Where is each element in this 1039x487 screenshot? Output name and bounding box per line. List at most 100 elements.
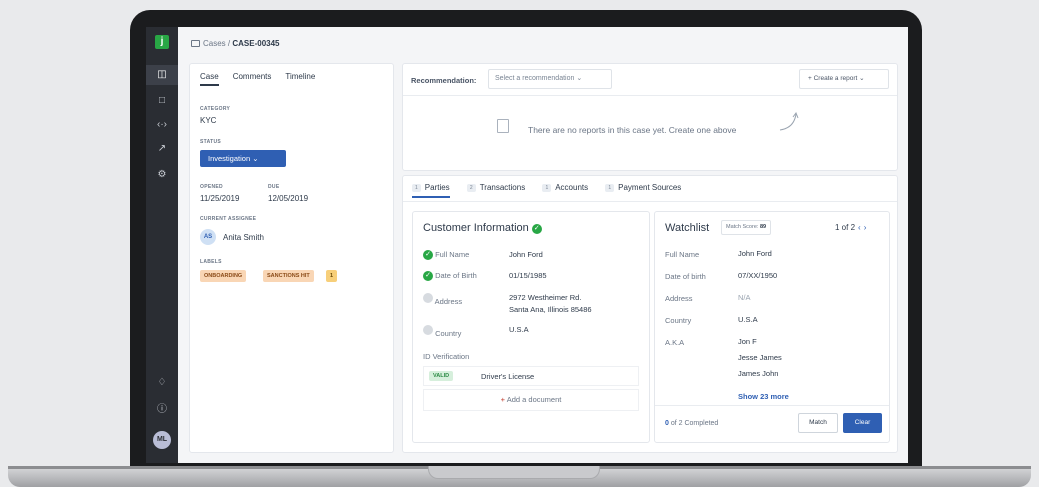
status-dropdown[interactable]: Investigation ⌄	[200, 150, 286, 167]
chevron-down-icon: ⌄	[252, 154, 259, 163]
document-icon	[497, 119, 509, 133]
assignee-label: CURRENT ASSIGNEE	[200, 216, 257, 222]
recommendation-select[interactable]: Select a recommendation ⌄	[488, 69, 612, 89]
status-label: STATUS	[200, 139, 222, 145]
status-value: Investigation	[208, 154, 251, 163]
chevron-down-icon: ⌄	[576, 75, 583, 82]
tab-timeline[interactable]: Timeline	[285, 72, 315, 81]
show-more-link[interactable]: Show 23 more	[738, 392, 789, 401]
wl-dob-label: Date of birth	[665, 272, 706, 281]
entity-tabs: 1 Parties 2 Transactions 1 Accounts 1 Paymen…	[412, 183, 696, 198]
aka-item: Jesse James	[738, 353, 782, 362]
case-tabs: Case Comments Timeline	[200, 72, 329, 86]
tab-payment-sources[interactable]: 1 Payment Sources	[605, 183, 681, 192]
full-name-value: John Ford	[509, 250, 543, 259]
clear-button[interactable]: Clear	[843, 413, 882, 433]
tab-label: Payment Sources	[618, 183, 682, 192]
valid-badge: VALID	[429, 371, 454, 381]
match-score-value: 89	[759, 224, 767, 230]
wl-address-label: Address	[665, 294, 693, 303]
chevron-left-icon[interactable]: ‹	[858, 223, 861, 232]
tab-count: 1	[605, 184, 615, 192]
tab-parties[interactable]: 1 Parties	[412, 183, 450, 198]
breadcrumb: Cases / CASE-00345	[191, 39, 280, 48]
wl-full-name-label: Full Name	[665, 250, 700, 259]
create-report-button[interactable]: + Create a report ⌄	[799, 69, 889, 89]
id-document-name: Driver's License	[481, 372, 535, 381]
analytics-icon[interactable]: ↗	[146, 139, 178, 159]
aka-item: Jon F	[738, 337, 757, 346]
app-screen: j ◫ □ ‹·› ↗ ⚙ ♢ ⓘ ML Cases / CASE-00345 …	[146, 27, 908, 463]
category-label: CATEGORY	[200, 106, 231, 112]
breadcrumb-current: CASE-00345	[232, 39, 280, 48]
breadcrumb-parent[interactable]: Cases	[203, 39, 226, 48]
wl-dob-value: 07/XX/1950	[738, 271, 778, 280]
tab-count: 1	[412, 184, 421, 192]
tab-accounts[interactable]: 1 Accounts	[542, 183, 588, 192]
label-tag-sanctions-hit[interactable]: SANCTIONS HIT	[263, 270, 314, 282]
arrow-icon	[779, 111, 799, 131]
wl-country-label: Country	[665, 316, 692, 325]
add-document-button[interactable]: + Add a document	[423, 389, 639, 411]
nav-rail: j ◫ □ ‹·› ↗ ⚙ ♢ ⓘ ML	[146, 27, 178, 463]
tab-transactions[interactable]: 2 Transactions	[466, 183, 526, 192]
check-icon: ✓	[423, 250, 433, 260]
tabs-divider	[403, 201, 897, 202]
parties-panel: 1 Parties 2 Transactions 1 Accounts 1 Paymen…	[402, 175, 898, 453]
address-label: Address	[423, 293, 462, 306]
labels-label: LABELS	[200, 259, 222, 265]
wl-country-value: U.S.A	[738, 315, 758, 324]
dob-value: 01/15/1985	[509, 271, 547, 280]
pending-icon	[423, 293, 433, 303]
category-value: KYC	[200, 116, 217, 125]
completed-status: 0 of 2 Completed	[665, 420, 719, 427]
assignee-name[interactable]: Anita Smith	[223, 233, 264, 242]
tab-label: Parties	[424, 183, 450, 192]
address-line-1: 2972 Westheimer Rd.	[509, 293, 582, 302]
divider	[403, 95, 897, 96]
address-line-2: Santa Ana, Illinois 85486	[509, 305, 592, 314]
create-report-label: Create a report	[813, 75, 858, 82]
assignee-avatar[interactable]: AS	[200, 229, 216, 245]
tab-label: Transactions	[479, 183, 526, 192]
settings-icon[interactable]: ⚙	[146, 165, 178, 185]
bell-icon[interactable]: ♢	[146, 373, 178, 393]
divider	[655, 405, 889, 406]
due-label: DUE	[268, 184, 280, 190]
code-icon[interactable]: ‹·›	[146, 115, 178, 135]
tab-case[interactable]: Case	[200, 72, 219, 86]
opened-value: 11/25/2019	[200, 194, 240, 203]
watchlist-title: Watchlist	[665, 222, 710, 234]
app-logo[interactable]: j	[155, 35, 169, 49]
tab-comments[interactable]: Comments	[233, 72, 272, 81]
chevron-right-icon[interactable]: ›	[864, 223, 867, 232]
recommendation-placeholder: Select a recommendation	[495, 75, 575, 82]
document-icon[interactable]: □	[146, 91, 178, 111]
tab-count: 1	[542, 184, 552, 192]
label-more-count[interactable]: 1	[326, 270, 338, 282]
id-document-row[interactable]: VALID Driver's License	[423, 366, 639, 386]
chevron-down-icon: ⌄	[859, 75, 865, 82]
user-avatar[interactable]: ML	[153, 431, 171, 449]
due-value: 12/05/2019	[268, 194, 309, 203]
recommendation-label: Recommendation:	[411, 76, 477, 85]
cases-icon[interactable]: ◫	[146, 65, 178, 85]
info-icon[interactable]: ⓘ	[146, 400, 178, 420]
address-value: 2972 Westheimer Rd. Santa Ana, Illinois 8…	[509, 292, 592, 316]
aka-item: James John	[738, 369, 779, 378]
wl-address-value: N/A	[738, 293, 751, 302]
match-button[interactable]: Match	[798, 413, 838, 433]
id-verification-label: ID Verification	[423, 352, 470, 361]
plus-icon: +	[808, 75, 812, 82]
match-score-badge: Match Score: 89	[721, 220, 772, 235]
customer-information-card: Customer Information ✓ ✓ Full Name John …	[412, 211, 650, 443]
case-details-panel: Case Comments Timeline CATEGORY KYC STATUS…	[189, 63, 394, 453]
laptop-notch	[428, 466, 600, 479]
tab-count: 2	[466, 184, 476, 192]
tab-label: Accounts	[555, 183, 589, 192]
label-tag-onboarding[interactable]: ONBOARDING	[200, 270, 247, 282]
check-icon: ✓	[423, 271, 433, 281]
plus-icon: +	[500, 395, 506, 404]
monitor-icon	[191, 40, 200, 47]
opened-label: OPENED	[200, 184, 223, 190]
